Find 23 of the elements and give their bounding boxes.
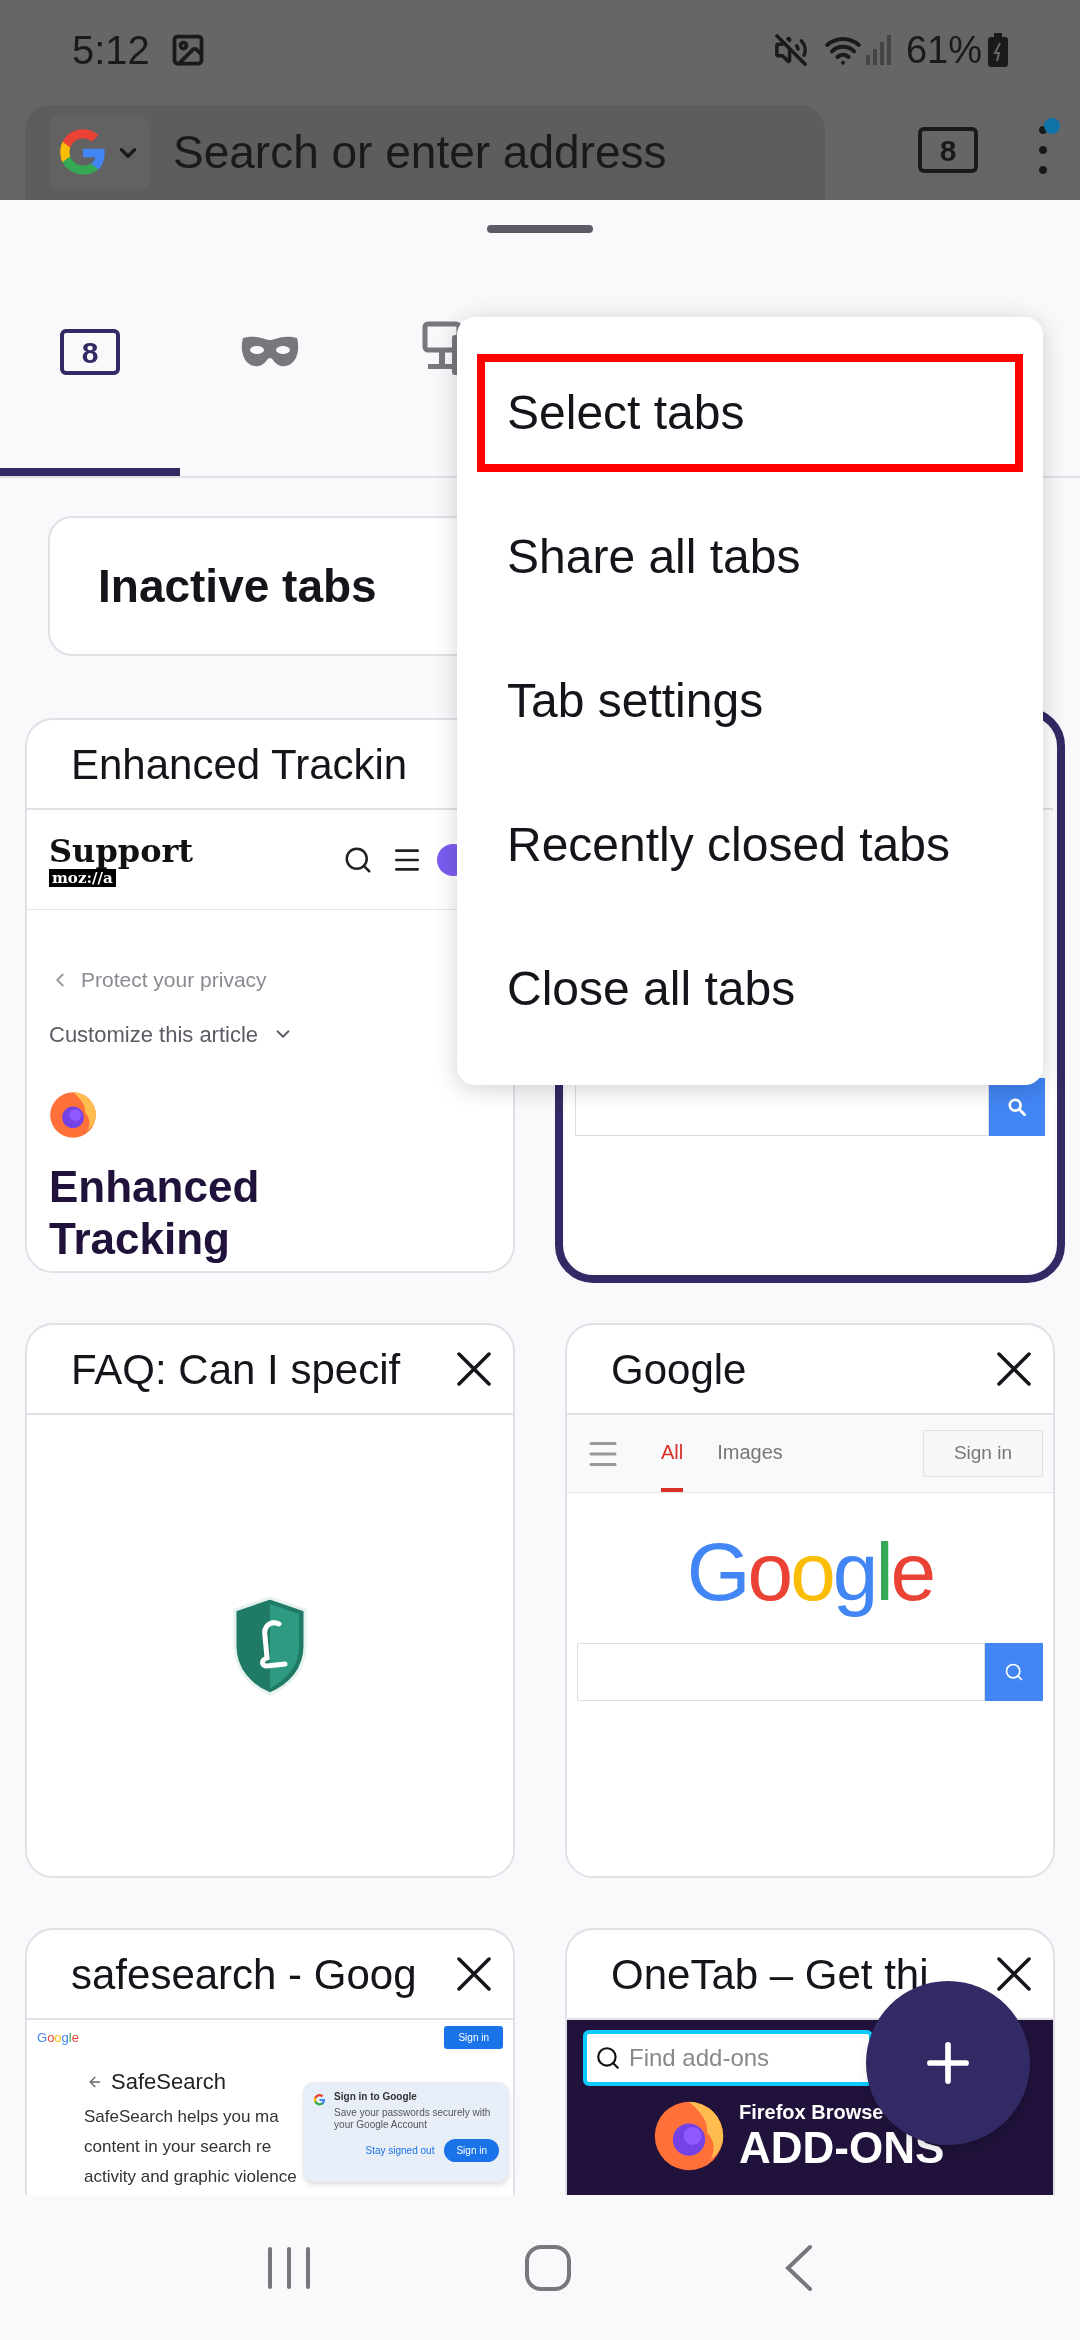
tab-count: 8 xyxy=(60,329,120,375)
google-logo: Google xyxy=(37,2031,79,2044)
popup-title: Sign in to Google xyxy=(334,2090,418,2103)
tab-title: Enhanced Trackin xyxy=(71,739,408,790)
page-heading: SafeSearch xyxy=(111,2068,226,2096)
article-heading: Enhanced Tracking xyxy=(48,1160,261,1265)
tab-title: Google xyxy=(611,1344,747,1395)
clock: 5:12 xyxy=(72,27,150,74)
mozilla-logo: moz://a xyxy=(49,868,116,887)
support-logo: Support xyxy=(49,832,194,869)
body-text: content in your search re xyxy=(84,2136,272,2158)
add-ons-heading: ADD-ONS xyxy=(739,2124,945,2172)
tab-title: safesearch - Goog xyxy=(71,1949,417,2000)
tab-title: FAQ: Can I specif xyxy=(71,1344,401,1395)
body-text: SafeSearch helps you ma xyxy=(84,2106,279,2128)
popup-text: Save your passwords securely with your Google Account xyxy=(334,2107,492,2131)
brand-name: Firefox Browse xyxy=(739,2100,885,2124)
address-placeholder: Search or enter address xyxy=(173,125,667,180)
search-placeholder: Find add-ons xyxy=(629,2043,770,2073)
tab-title: OneTab – Get thi xyxy=(611,1949,929,2000)
battery-percent: 61% xyxy=(905,27,982,73)
body-text: activity and graphic violence xyxy=(84,2166,297,2188)
inactive-tabs-label: Inactive tabs xyxy=(98,558,377,614)
